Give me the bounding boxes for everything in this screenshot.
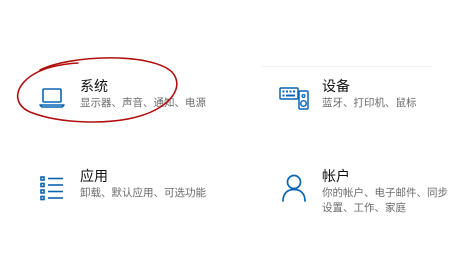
annotation-circle	[16, 57, 178, 123]
tile-accounts-title: 帐户	[322, 169, 350, 185]
tile-apps-title: 应用	[80, 169, 108, 185]
laptop-icon	[32, 78, 72, 118]
list-icon	[32, 168, 72, 208]
tile-devices[interactable]: 设备 蓝牙、打印机、鼠标	[274, 78, 417, 118]
tile-system-desc: 显示器、声音、通知、电源	[80, 97, 206, 109]
tile-accounts-desc-line2: 设置、工作、家庭	[322, 202, 406, 214]
keyboard-speaker-icon	[274, 78, 314, 118]
tile-devices-desc: 蓝牙、打印机、鼠标	[322, 97, 417, 109]
tile-accounts-desc-line1: 你的帐户、电子邮件、同步	[322, 187, 448, 199]
settings-home: 系统 显示器、声音、通知、电源 设备 蓝牙、打印机、鼠标 应用 卸载、默认应用、…	[0, 0, 474, 255]
tile-accounts[interactable]: 帐户 你的帐户、电子邮件、同步 设置、工作、家庭	[274, 168, 448, 216]
tile-devices-title: 设备	[322, 79, 350, 95]
person-icon	[274, 168, 314, 208]
tile-apps[interactable]: 应用 卸载、默认应用、可选功能	[32, 168, 206, 208]
divider	[262, 66, 432, 67]
tile-apps-desc: 卸载、默认应用、可选功能	[80, 187, 206, 199]
tile-system[interactable]: 系统 显示器、声音、通知、电源	[32, 78, 206, 118]
tile-system-title: 系统	[80, 79, 108, 95]
